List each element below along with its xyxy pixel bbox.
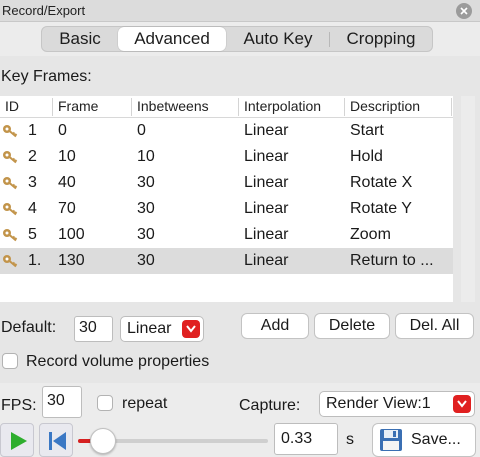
cell-inbetweens: 30 <box>137 200 155 217</box>
column-divider <box>238 98 239 116</box>
delete-keyframe-button[interactable]: Delete <box>314 313 390 339</box>
default-interpolation-value: Linear <box>127 320 172 337</box>
cell-inbetweens: 10 <box>137 148 155 165</box>
column-divider <box>52 98 53 116</box>
repeat-label: repeat <box>122 395 168 412</box>
cell-inbetweens: 30 <box>137 226 155 243</box>
cell-interpolation: Linear <box>244 122 289 139</box>
cell-description: Rotate X <box>350 174 413 191</box>
table-row[interactable]: 1. 130 30 Linear Return to ... <box>0 248 453 274</box>
cell-interpolation: Linear <box>244 252 289 269</box>
cell-id: 4 <box>28 200 37 217</box>
window-title: Record/Export <box>2 3 86 18</box>
chevron-down-icon <box>182 320 200 338</box>
column-header-inbetweens[interactable]: Inbetweens <box>137 98 209 114</box>
default-inbetweens-field[interactable]: 30 <box>74 316 113 342</box>
keyframes-table: ID Frame Inbetweens Interpolation Descri… <box>0 96 453 302</box>
column-header-description[interactable]: Description <box>350 98 420 114</box>
cell-id: 5 <box>28 226 37 243</box>
record-volume-checkbox[interactable] <box>2 353 18 369</box>
rewind-button[interactable] <box>39 423 73 457</box>
title-bar: Record/Export <box>0 0 480 22</box>
capture-value: Render View:1 <box>326 395 431 412</box>
table-row[interactable]: 5 100 30 Linear Zoom <box>0 222 453 248</box>
table-row[interactable]: 2 10 10 Linear Hold <box>0 144 453 170</box>
cell-frame: 10 <box>58 148 76 165</box>
cell-inbetweens: 30 <box>137 252 155 269</box>
fps-label: FPS: <box>1 397 37 414</box>
column-header-interpolation[interactable]: Interpolation <box>244 98 321 114</box>
key-icon <box>3 203 18 216</box>
table-scrollbar[interactable] <box>461 96 475 302</box>
key-icon <box>3 255 18 268</box>
tab-auto-key[interactable]: Auto Key <box>228 27 328 51</box>
keyframes-label: Key Frames: <box>1 68 92 85</box>
key-icon <box>3 125 18 138</box>
column-divider <box>344 98 345 116</box>
capture-label: Capture: <box>239 397 301 414</box>
tab-advanced[interactable]: Advanced <box>118 27 226 51</box>
duration-field[interactable]: 0.33 <box>274 423 338 455</box>
add-keyframe-button[interactable]: Add <box>241 313 309 339</box>
column-header-frame[interactable]: Frame <box>58 98 98 114</box>
close-icon[interactable] <box>456 3 472 19</box>
cell-interpolation: Linear <box>244 174 289 191</box>
fps-field[interactable]: 30 <box>42 386 82 418</box>
duration-unit: s <box>346 431 354 448</box>
column-divider <box>131 98 132 116</box>
cell-id: 1. <box>28 252 42 269</box>
default-interpolation-select[interactable]: Linear <box>120 316 204 342</box>
table-row[interactable]: 4 70 30 Linear Rotate Y <box>0 196 453 222</box>
cell-frame: 0 <box>58 122 67 139</box>
cell-interpolation: Linear <box>244 200 289 217</box>
save-label: Save... <box>411 431 461 448</box>
cell-interpolation: Linear <box>244 226 289 243</box>
cell-frame: 130 <box>58 252 85 269</box>
cell-id: 2 <box>28 148 37 165</box>
cell-inbetweens: 30 <box>137 174 155 191</box>
chevron-down-icon <box>453 395 471 413</box>
key-icon <box>3 151 18 164</box>
cell-description: Hold <box>350 148 383 165</box>
table-row[interactable]: 1 0 0 Linear Start <box>0 118 453 144</box>
cell-description: Rotate Y <box>350 200 412 217</box>
floppy-disk-icon <box>380 429 402 451</box>
table-row[interactable]: 3 40 30 Linear Rotate X <box>0 170 453 196</box>
delete-all-keyframes-button[interactable]: Del. All <box>395 313 474 339</box>
tab-bar: Basic Advanced Auto Key Cropping <box>41 26 433 52</box>
key-icon <box>3 229 18 242</box>
record-volume-label: Record volume properties <box>26 353 210 370</box>
column-divider <box>451 98 452 116</box>
repeat-checkbox[interactable] <box>97 395 113 411</box>
key-icon <box>3 177 18 190</box>
table-header: ID Frame Inbetweens Interpolation Descri… <box>0 96 453 118</box>
cell-inbetweens: 0 <box>137 122 146 139</box>
cell-frame: 40 <box>58 174 76 191</box>
cell-description: Zoom <box>350 226 391 243</box>
cell-frame: 70 <box>58 200 76 217</box>
capture-select[interactable]: Render View:1 <box>319 391 475 417</box>
play-icon <box>11 432 27 450</box>
cell-frame: 100 <box>58 226 85 243</box>
save-button[interactable]: Save... <box>372 423 476 457</box>
timeline-slider-handle[interactable] <box>89 428 116 454</box>
tab-cropping[interactable]: Cropping <box>330 27 432 51</box>
tab-basic[interactable]: Basic <box>42 27 118 51</box>
column-header-id[interactable]: ID <box>5 98 19 114</box>
cell-description: Start <box>350 122 384 139</box>
default-label: Default: <box>1 319 57 336</box>
rewind-to-start-icon <box>49 432 66 450</box>
cell-id: 3 <box>28 174 37 191</box>
cell-id: 1 <box>28 122 37 139</box>
play-button[interactable] <box>0 423 34 457</box>
cell-description: Return to ... <box>350 252 434 269</box>
cell-interpolation: Linear <box>244 148 289 165</box>
